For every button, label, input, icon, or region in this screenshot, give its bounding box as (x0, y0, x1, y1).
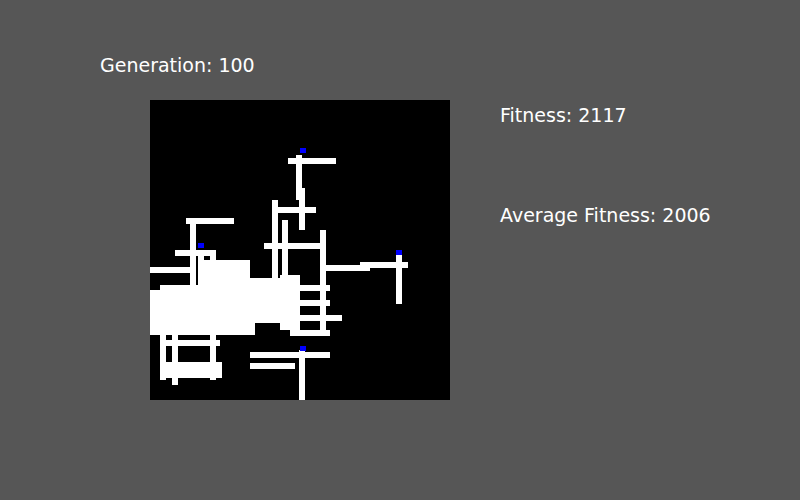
trail-segment (172, 335, 178, 385)
stats-column: Fitness: 2117 Average Fitness: 2006 (500, 0, 711, 228)
simulation-canvas (150, 100, 450, 400)
stat-label: Fitness: 2117 (500, 102, 711, 128)
stat-label: Average Fitness: 2006 (500, 202, 711, 228)
trail-segment (272, 207, 316, 213)
left-column: Generation: 100 (100, 0, 450, 400)
trail-segment (396, 252, 402, 304)
trail-segment (198, 250, 204, 290)
trail-segment (230, 270, 245, 310)
trail-segment (162, 362, 222, 378)
simulation-screen: Generation: 100 Fitness: 2117 Average Fitn… (0, 0, 800, 500)
trail-segment (200, 260, 250, 330)
trail-segment (299, 350, 305, 400)
trail-segment (288, 158, 336, 164)
trail-segment (175, 250, 215, 256)
trail-segment (290, 300, 330, 306)
creature-drawing (150, 100, 450, 400)
trail-segment (264, 243, 324, 249)
trail-segment (250, 315, 300, 323)
marker-dot (198, 243, 204, 248)
generation-label: Generation: 100 (100, 52, 450, 78)
marker-dot (300, 346, 306, 351)
marker-dot (300, 148, 306, 153)
trail-segment (250, 278, 280, 286)
trail-segment (250, 352, 330, 358)
trail-segment (150, 267, 190, 273)
trail-segment (250, 363, 295, 369)
trail-segment (300, 285, 330, 291)
trail-segment (290, 330, 330, 336)
marker-dot (396, 250, 402, 255)
